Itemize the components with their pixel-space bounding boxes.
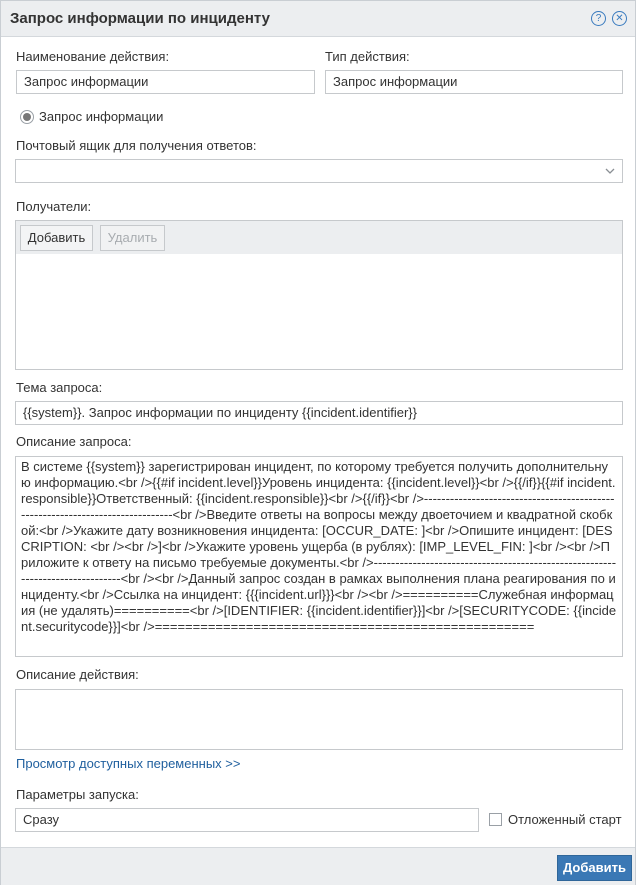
- action-type-input[interactable]: Запрос информации: [325, 70, 623, 94]
- submit-add-button[interactable]: Добавить: [557, 855, 632, 881]
- action-description-label: Описание действия:: [16, 667, 139, 682]
- radio-button[interactable]: [20, 110, 34, 124]
- mailbox-label: Почтовый ящик для получения ответов:: [16, 138, 257, 153]
- action-description-textarea[interactable]: [15, 689, 623, 750]
- checkbox-box[interactable]: [489, 813, 502, 826]
- recipients-panel: Добавить Удалить: [15, 220, 623, 370]
- request-info-radio-label: Запрос информации: [39, 109, 164, 124]
- recipients-toolbar: Добавить Удалить: [16, 221, 622, 254]
- dialog-title: Запрос информации по инциденту: [10, 10, 270, 27]
- action-name-input[interactable]: Запрос информации: [16, 70, 315, 94]
- launch-params-label: Параметры запуска:: [16, 787, 139, 802]
- action-type-label: Тип действия:: [325, 49, 410, 64]
- launch-params-input[interactable]: Сразу: [15, 808, 479, 832]
- description-label: Описание запроса:: [16, 434, 132, 449]
- add-recipient-button[interactable]: Добавить: [20, 225, 93, 251]
- remove-recipient-button[interactable]: Удалить: [100, 225, 165, 251]
- description-textarea[interactable]: В системе {{system}} зарегистрирован инц…: [15, 456, 623, 657]
- view-variables-link[interactable]: Просмотр доступных переменных >>: [16, 756, 240, 771]
- dialog-titlebar: Запрос информации по инциденту ? ✕: [1, 1, 635, 37]
- close-icon[interactable]: ✕: [612, 11, 627, 26]
- radio-dot: [23, 113, 31, 121]
- action-name-label: Наименование действия:: [16, 49, 170, 64]
- dialog-footer: Добавить: [1, 847, 635, 885]
- recipients-label: Получатели:: [16, 199, 92, 214]
- help-icon[interactable]: ?: [591, 11, 606, 26]
- delayed-start-label: Отложенный старт: [508, 812, 622, 827]
- chevron-down-icon[interactable]: [605, 166, 615, 176]
- mailbox-select[interactable]: [15, 159, 623, 183]
- incident-info-request-dialog: Запрос информации по инциденту ? ✕ Наиме…: [0, 0, 636, 885]
- subject-label: Тема запроса:: [16, 380, 103, 395]
- subject-input[interactable]: {{system}}. Запрос информации по инциден…: [15, 401, 623, 425]
